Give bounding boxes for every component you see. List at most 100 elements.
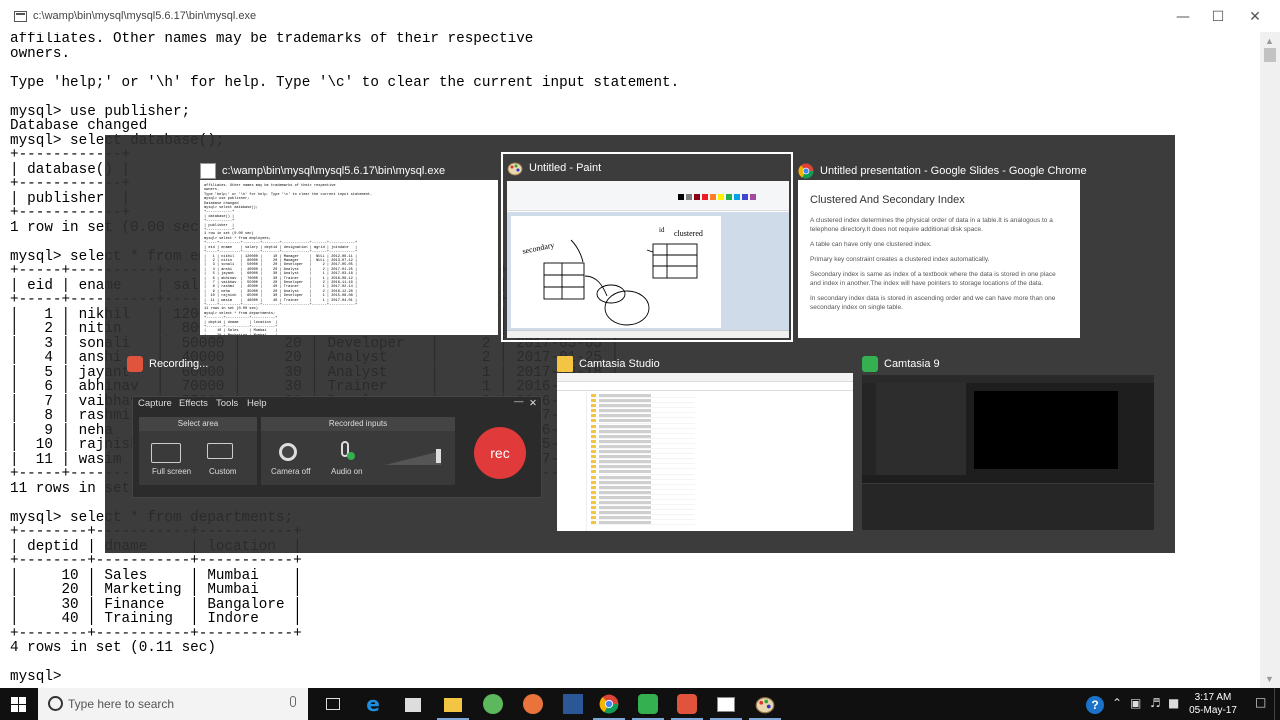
scrollbar-thumb[interactable] bbox=[1264, 48, 1276, 62]
camtasia-recorder: Capture Effects Tools Help — ✕ Select ar… bbox=[132, 396, 542, 498]
console-line: owners. bbox=[10, 45, 71, 62]
microphone-icon[interactable] bbox=[290, 696, 296, 707]
menu-effects[interactable]: Effects bbox=[179, 398, 208, 409]
slide-paragraph: Secondary index is same as index of a te… bbox=[810, 271, 1056, 287]
console-line: | 40 | Training | Indore | bbox=[10, 611, 302, 627]
recorder-minimize-button[interactable]: — bbox=[514, 396, 524, 407]
action-center-icon[interactable]: □ bbox=[1255, 695, 1266, 709]
recorder-close-button[interactable]: ✕ bbox=[529, 398, 537, 409]
taskbar-camtasia[interactable] bbox=[628, 688, 668, 720]
audio-label: Audio on bbox=[331, 467, 363, 476]
paint-thumbnail: secondary clustered id bbox=[507, 181, 789, 338]
taskbar-edge[interactable]: e bbox=[353, 688, 393, 720]
taskbar-app-orange[interactable] bbox=[513, 688, 553, 720]
explorer-file-list bbox=[591, 393, 695, 526]
menu-capture[interactable]: Capture bbox=[138, 398, 172, 409]
language-icon[interactable]: ■ bbox=[1168, 696, 1179, 710]
chrome-icon bbox=[599, 694, 619, 714]
slide-paragraph: A table can have only one clustered inde… bbox=[810, 241, 932, 248]
orange-app-icon bbox=[523, 694, 543, 714]
mysql-thumbnail: affiliates. Other names may be trademark… bbox=[200, 180, 498, 335]
full-screen-button[interactable] bbox=[151, 443, 181, 463]
camera-icon[interactable] bbox=[279, 443, 297, 461]
taskbar-store[interactable] bbox=[393, 688, 433, 720]
taskbar-chrome[interactable] bbox=[589, 688, 629, 720]
switcher-item-chrome[interactable]: Untitled presentation - Google Slides - … bbox=[798, 157, 1087, 341]
mini-console-line: | 20 | Marketing | Mumbai | bbox=[204, 334, 494, 335]
help-icon[interactable]: ? bbox=[1086, 696, 1104, 714]
select-area-header: Select area bbox=[139, 417, 257, 431]
console-line: | 30 | Finance | Bangalore | bbox=[10, 596, 302, 613]
minimize-button[interactable]: — bbox=[1168, 8, 1198, 26]
annotation-clustered: clustered bbox=[674, 229, 703, 238]
console-line: affiliates. Other names may be trademark… bbox=[10, 32, 534, 47]
explorer-navigation-pane bbox=[557, 391, 587, 531]
record-button[interactable]: rec bbox=[474, 427, 526, 479]
paint-canvas[interactable]: secondary clustered id bbox=[511, 216, 721, 328]
camtasia-editor-thumbnail bbox=[862, 375, 1154, 530]
console-title: c:\wamp\bin\mysql\mysql5.6.17\bin\mysql.… bbox=[33, 10, 257, 22]
start-button[interactable] bbox=[0, 688, 38, 720]
maximize-button[interactable]: ☐ bbox=[1203, 8, 1233, 26]
search-placeholder: Type here to search bbox=[68, 697, 175, 711]
clock-time: 3:17 AM bbox=[1194, 692, 1232, 703]
show-desktop-button[interactable] bbox=[1274, 688, 1280, 720]
switcher-item-header: Recording... bbox=[127, 350, 247, 378]
taskbar-app-green[interactable] bbox=[473, 688, 513, 720]
camtasia-recorder-icon bbox=[127, 356, 143, 372]
annotation-secondary: secondary bbox=[522, 240, 556, 256]
store-icon bbox=[405, 698, 421, 712]
scroll-down-arrow-icon[interactable]: ▼ bbox=[1265, 674, 1274, 684]
explorer-ribbon bbox=[557, 373, 853, 382]
close-button[interactable]: ✕ bbox=[1240, 8, 1270, 26]
switcher-item-mysql[interactable]: c:\wamp\bin\mysql\mysql5.6.17\bin\mysql.… bbox=[200, 157, 500, 341]
console-line: mysql> bbox=[10, 669, 71, 685]
handwritten-diagram: secondary clustered id bbox=[522, 226, 703, 326]
network-icon[interactable]: ▣ bbox=[1130, 696, 1141, 710]
switcher-item-title: Untitled - Paint bbox=[529, 162, 602, 174]
taskbar-app-blue[interactable] bbox=[553, 688, 593, 720]
switcher-item-recording[interactable]: Recording... bbox=[127, 350, 247, 372]
custom-area-button[interactable] bbox=[207, 443, 233, 459]
taskbar-paint[interactable] bbox=[745, 688, 785, 720]
switcher-item-camtasia-studio[interactable]: Camtasia Studio bbox=[557, 350, 853, 534]
console-line: +--------+-----------+-----------+ bbox=[10, 553, 302, 569]
edge-icon: e bbox=[366, 692, 380, 716]
explorer-thumbnail bbox=[557, 373, 853, 531]
file-row[interactable] bbox=[591, 520, 695, 526]
menu-tools[interactable]: Tools bbox=[216, 398, 238, 409]
slide-heading: Clustered And Secondary Index bbox=[810, 194, 965, 206]
windows-logo-icon bbox=[11, 697, 26, 712]
taskbar-clock[interactable]: 3:17 AM 05-May-17 bbox=[1183, 691, 1243, 717]
taskbar-camtasia-recorder[interactable] bbox=[667, 688, 707, 720]
show-hidden-icons-chevron-icon[interactable]: ⌃ bbox=[1112, 696, 1122, 710]
console-line: 4 rows in set (0.11 sec) bbox=[10, 640, 216, 656]
audio-volume-slider[interactable] bbox=[385, 445, 445, 467]
console-scrollbar[interactable]: ▲ ▼ bbox=[1260, 32, 1280, 688]
volume-icon[interactable]: ♬ bbox=[1150, 696, 1161, 710]
switcher-item-paint[interactable]: Untitled - Paint secondary clustered id bbox=[501, 152, 793, 342]
scroll-up-arrow-icon[interactable]: ▲ bbox=[1265, 36, 1274, 46]
switcher-item-camtasia-9[interactable]: Camtasia 9 bbox=[862, 350, 1154, 534]
switcher-item-title: Recording... bbox=[149, 358, 209, 370]
taskbar-search-box[interactable]: Type here to search bbox=[38, 688, 308, 720]
slide-paragraph: Primary key constraint creates a cluster… bbox=[810, 256, 990, 263]
menu-help[interactable]: Help bbox=[247, 398, 267, 409]
console-line: Type 'help;' or '\h' for help. Type '\c'… bbox=[10, 74, 680, 91]
switcher-item-title: Untitled presentation - Google Slides - … bbox=[820, 165, 1087, 177]
task-view-icon bbox=[326, 698, 340, 710]
task-view-button[interactable] bbox=[313, 688, 353, 720]
taskbar-file-explorer[interactable] bbox=[433, 688, 473, 720]
taskbar: Type here to search e ? ⌃ ▣ ♬ ■ 3:17 AM … bbox=[0, 688, 1280, 720]
console-title-bar[interactable]: c:\wamp\bin\mysql\mysql5.6.17\bin\mysql.… bbox=[0, 0, 1280, 32]
camtasia-recorder-icon bbox=[677, 694, 697, 714]
blue-app-icon bbox=[563, 694, 583, 714]
switcher-item-title: Camtasia Studio bbox=[579, 358, 660, 370]
clock-date: 05-May-17 bbox=[1189, 705, 1237, 716]
recorded-inputs-panel: Recorded inputs Camera off Audio on bbox=[261, 417, 455, 485]
recorded-inputs-header: Recorded inputs bbox=[261, 417, 455, 431]
taskbar-mysql-console[interactable] bbox=[706, 688, 746, 720]
